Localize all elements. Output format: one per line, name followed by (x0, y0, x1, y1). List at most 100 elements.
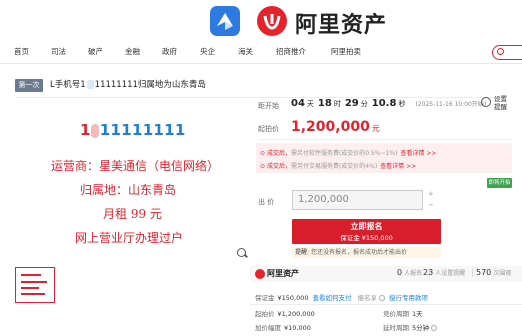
deposit-label: 保证金 (255, 294, 275, 302)
notice-text: 需另付交易服务费(成交价的4%) (290, 163, 378, 170)
lot-title: L手机号1 11111111归属地为山东青岛 (50, 79, 206, 92)
notice-text: 需另付软件服务费(成交价的0.5%~1%) (290, 150, 398, 157)
increment-info: 加价幅度 ¥10,000 (255, 322, 311, 332)
ali-asset-logo-icon (257, 6, 287, 36)
reminder-count-label: 人设置提醒 (435, 270, 466, 277)
unit: 天 (306, 100, 314, 108)
reminder-line1: 设置 (494, 95, 507, 103)
fee-detail-link[interactable]: 查看详情 >> (400, 150, 436, 157)
fee-notice-box: ⊙ 成交后，需另付软件服务费(成交价的0.5%~1%) 查看详情 >> ⊙ 成交后… (256, 143, 512, 173)
notice-prefix: 成交后， (266, 163, 291, 170)
reminder-count-value: 23 (423, 268, 434, 277)
nav-item-judicial[interactable]: 司法 (51, 46, 66, 57)
nav-item-ali-auction[interactable]: 阿里拍卖 (331, 46, 361, 57)
set-reminder-button[interactable]: 设置 提醒 (481, 95, 511, 117)
image-line-rent: 月租 99 元 (103, 207, 162, 221)
apply-count-label: 人报名 (404, 270, 423, 277)
nav-divider (0, 63, 522, 64)
nav-item-home[interactable]: 首页 (14, 46, 29, 57)
cycle-label: 竞价周期 (383, 310, 409, 318)
fee-notice-transaction: ⊙ 成交后，需另付交易服务费(成交价的4%) 查看详情 >> (260, 163, 417, 170)
bid-label: 出 价 (258, 198, 275, 206)
apply-tip: 提醒: 您还没有报名，报名成功后才能出价 (292, 247, 441, 258)
how-to-pay-link[interactable]: 查看如何支付 (313, 294, 352, 302)
tip-text: 您还没有报名，报名成功后才能出价 (311, 249, 408, 256)
unit: 分 (360, 100, 368, 108)
nav-item-investment[interactable]: 招商推介 (276, 46, 306, 57)
increment-label: 加价幅度 (255, 324, 281, 332)
start-price-label: 起拍价 (258, 125, 279, 133)
view-count-label: 次围观 (493, 270, 512, 277)
deposit-extra-label: 报名享 (357, 294, 378, 302)
stats-brand: 阿里资产 (267, 269, 299, 278)
view-count: 570 次围观 (476, 268, 511, 277)
zoom-icon[interactable] (237, 248, 246, 257)
cycle-value: 1天 (412, 310, 423, 318)
nav-item-soe[interactable]: 央企 (200, 46, 215, 57)
lot-title-prefix: L手机号1 (50, 80, 86, 90)
bid-decrease-button[interactable]: − (428, 201, 434, 209)
phone-suffix: 11111111 (99, 121, 186, 139)
masked-digit (90, 123, 99, 138)
clock-icon (481, 97, 491, 107)
image-line-transfer: 网上营业厅办理过户 (75, 231, 184, 245)
search-icon (497, 48, 504, 55)
countdown-minutes: 29 (344, 98, 359, 109)
start-info-value: ¥1,200,000 (277, 310, 315, 318)
image-line-carrier: 运营商：星美通信（电信网络） (51, 159, 220, 173)
countdown: 04 天 18 时 29 分 10.8 秒 (2025-11-16 10:00开始) (291, 98, 486, 109)
countdown-label: 距开始 (258, 102, 279, 110)
apply-count-value: 0 (397, 268, 403, 277)
start-info-label: 起拍价 (255, 310, 275, 318)
status-badge: 即将开拍 (487, 178, 512, 188)
bid-input[interactable]: 1,200,000 (292, 190, 423, 210)
masked-digit (86, 80, 94, 89)
cycle-info: 竞价周期 1天 (383, 308, 423, 318)
fee-detail-link[interactable]: 查看详情 >> (380, 163, 416, 170)
info-divider (250, 304, 522, 305)
apply-button-deposit: 保证金 ¥150,000 (340, 234, 393, 242)
image-line-region: 归属地：山东青岛 (80, 183, 177, 197)
ali-asset-logo-icon (255, 269, 265, 279)
countdown-seconds: 10.8 (371, 98, 397, 109)
help-icon[interactable] (379, 295, 386, 301)
deposit-value: ¥150,000 (277, 294, 309, 302)
main-nav: 首页 司法 破产 金融 政府 央企 海关 招商推介 阿里拍卖 (0, 46, 522, 61)
notice-prefix: 成交后， (266, 150, 291, 157)
nav-item-bankruptcy[interactable]: 破产 (88, 46, 103, 57)
delay-info: 延时周期 5分钟 (383, 322, 438, 332)
start-time: (2025-11-16 10:00开始) (415, 101, 487, 108)
bid-increase-button[interactable]: + (428, 190, 434, 198)
start-price-value: 1,200,000 (291, 119, 370, 135)
nav-item-government[interactable]: 政府 (162, 46, 177, 57)
unit: 秒 (398, 100, 406, 108)
bank-account-link[interactable]: 授行专用款项 (389, 294, 428, 302)
apply-button-label: 立即报名 (350, 222, 383, 231)
nav-item-finance[interactable]: 金融 (125, 46, 140, 57)
deposit-info: 保证金 ¥150,000 查看如何支付 报名享 授行专用款项 (255, 292, 428, 302)
delay-label: 延时周期 (383, 324, 409, 332)
tip-label: 提醒: (295, 249, 310, 256)
price-divider (258, 139, 512, 140)
round-tag: 第一次 (15, 79, 43, 92)
countdown-days: 04 (291, 98, 305, 109)
unit: 时 (333, 100, 341, 108)
reminder-line2: 提醒 (494, 103, 507, 111)
taobao-auction-logo-icon (210, 6, 240, 36)
nav-item-customs[interactable]: 海关 (238, 46, 253, 57)
brand-name[interactable]: 阿里资产 (295, 7, 387, 39)
start-price-info: 起拍价 ¥1,200,000 (255, 308, 315, 318)
search-input[interactable] (492, 45, 522, 60)
image-thumbnail[interactable] (15, 267, 55, 303)
increment-value: ¥10,000 (284, 324, 311, 332)
apply-now-button[interactable]: 立即报名 保证金 ¥150,000 (292, 219, 441, 244)
phone-prefix: 1 (80, 121, 91, 139)
view-count-value: 570 (476, 268, 492, 277)
start-price-unit: 元 (371, 124, 380, 133)
start-price: 1,200,000 元 (291, 119, 380, 135)
help-icon[interactable] (431, 325, 438, 331)
delay-value: 5分钟 (412, 324, 430, 332)
reminder-label: 设置 提醒 (494, 95, 507, 111)
reminder-count: 23 人设置提醒 | (423, 268, 474, 277)
fee-notice-software: ⊙ 成交后，需另付软件服务费(成交价的0.5%~1%) 查看详情 >> (260, 150, 437, 157)
